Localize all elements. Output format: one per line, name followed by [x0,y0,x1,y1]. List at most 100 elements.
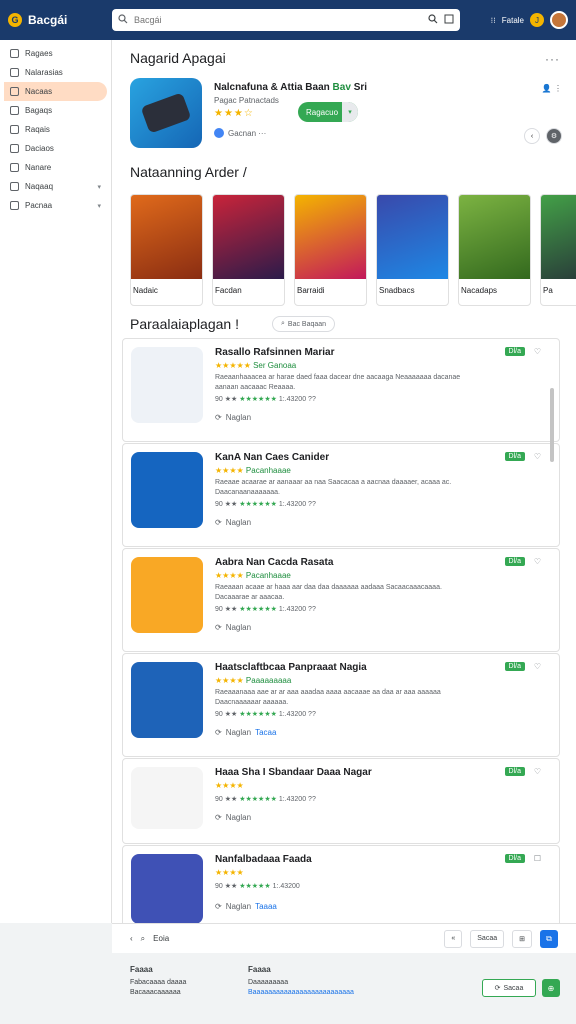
meta-text: Pacanhaaae [245,571,291,580]
list-item[interactable]: Nanfalbadaaa Faada ★★★★ 90 ★★ ★★★★★ 1:.4… [122,845,560,931]
app-icon [131,854,203,924]
list-item[interactable]: Haaa Sha I Sbandaar Daaa Nagar ★★★★ 90 ★… [122,758,560,844]
sidebar-item-4[interactable]: Bagaqs [4,101,107,120]
carousel-card[interactable]: Facdan [212,194,285,306]
apps-icon[interactable]: ⁝⁝ [491,16,496,25]
layout-icon[interactable]: ⊞ [512,929,532,948]
profile-icon[interactable]: 👤 ⋮ [542,84,562,93]
app-icon [131,557,203,633]
sidebar-item-8[interactable]: Naqaaq ▾ [4,177,107,196]
footer-link[interactable]: Bacaaacaaaaaa [130,988,186,998]
bottom-toolbar: ‹ ⌕ Eoia « Sacaa ⊞ ⧉ [112,923,576,953]
developer[interactable]: Gacnan ··· [214,128,266,138]
carousel-card[interactable]: Barraidi [294,194,367,306]
add-icon[interactable]: ⊕ [542,979,560,997]
window-icon[interactable]: ⧉ [540,929,558,948]
item-description: Raeaaanaaa aae ar ar aaa aaadaa aaaa aac… [215,689,441,706]
avatar[interactable] [550,11,568,29]
status-badge: Dl/a [504,452,525,461]
list-item[interactable]: Rasallo Rafsinnen Mariar ★★★★★ Ser Ganoa… [122,338,560,442]
item-description: Raeaanhaaacea ar harae daed faaa dacear … [215,374,461,391]
scrollbar[interactable] [550,388,554,462]
top-label[interactable]: Fatale [502,16,524,25]
sidebar-item-label: Daciaos [25,144,54,153]
carousel-card[interactable]: Pa [540,194,576,306]
heart-icon[interactable]: ♡ [534,557,541,566]
sidebar-item-3[interactable]: Nacaas [4,82,107,101]
toolbar-button-sacaa[interactable]: Sacaa [470,929,505,948]
footer-link[interactable]: Daaaaaaaaa [248,978,354,988]
footer-heading: Faaaa [248,965,271,974]
app-icon [131,347,203,423]
rating-value: 1:.43200 [278,711,309,718]
toolbar-button-back[interactable]: « [444,929,463,948]
sidebar-item-2[interactable]: Nalarasias [4,63,107,82]
list-item[interactable]: Haatsclaftbcaa Panpraaat Nagia ★★★★ Paaa… [122,653,560,757]
refresh-icon: ⟳ [215,813,222,822]
book-icon [10,106,19,115]
rating-prefix: 90 ★★ [215,501,240,508]
rating-stars: ★★★★★★ [239,396,277,403]
heart-icon[interactable]: ♡ [534,347,541,356]
back-icon[interactable]: ‹ [130,934,133,943]
developer-name: Gacnan ··· [228,128,267,138]
footer-link[interactable]: Tacaa [255,728,276,737]
featured-app[interactable]: Nalcnafuna & Attia Baan Bav Sri Pagac Pa… [130,78,562,148]
toolbar-search-label[interactable]: Eoia [153,934,169,943]
rating-stars: ★★★★★ [239,883,271,890]
carousel-card[interactable]: Nadaic [130,194,203,306]
footer-label: Naglan [225,623,252,632]
chevron-down-icon: ▾ [97,183,101,191]
sidebar-item-7[interactable]: Nanare [4,158,107,177]
heart-icon[interactable]: ♡ [534,662,541,671]
list-item[interactable]: KanA Nan Caes Canider ★★★★ Pacanhaaae Ra… [122,443,560,547]
status-badge: Dl/a [504,662,525,671]
footer-action-button[interactable]: ⟳ Sacaa [482,979,536,997]
search-submit-icon[interactable] [428,13,438,27]
search-icon[interactable]: ⌕ [141,934,145,944]
heart-icon [10,68,19,77]
item-rating: 90 ★★ ★★★★★★ 1:.43200 ?? [215,605,316,613]
item-footer: ⟳ Naglan [215,623,255,632]
more-menu-icon[interactable]: ··· [545,52,560,66]
refresh-icon: ⟳ [215,413,222,422]
doc-icon [10,144,19,153]
settings-icon [10,201,19,210]
sidebar-item-6[interactable]: Daciaos [4,139,107,158]
rating-prefix: 90 ★★ [215,883,240,890]
chart-icon [10,182,19,191]
install-button[interactable]: Ragacuo ▾ [298,102,358,122]
sidebar-item-9[interactable]: Pacnaa ▾ [4,196,107,215]
sidebar-item-1[interactable]: Ragaes [4,44,107,63]
footer-link[interactable]: Baaaaaaaaaaaaaaaaaaaaaaaaaa [248,988,354,998]
grid-icon[interactable] [444,14,454,27]
footer-column-1: Faaaa Fabacaaaa daaaa Bacaaacaaaaaa [130,965,186,998]
search-input[interactable] [134,15,422,25]
footer-link[interactable]: Taaaa [255,902,277,911]
settings-icon[interactable]: ⚙ [546,128,562,144]
sidebar-item-label: Nanare [25,163,52,172]
sidebar-item-5[interactable]: Raqais [4,120,107,139]
carousel-card[interactable]: Nacadaps [458,194,531,306]
carousel-card[interactable]: Snadbacs [376,194,449,306]
rating-prefix: 90 ★★ [215,796,240,803]
card-label: Barraidi [297,286,325,295]
heart-icon[interactable]: ♡ [534,767,541,776]
chip-label: Bac Baqaan [287,320,327,328]
notification-badge[interactable]: J [530,13,544,27]
app-list: Rasallo Rafsinnen Mariar ★★★★★ Ser Ganoa… [122,338,560,932]
heart-icon[interactable]: ♡ [534,452,541,461]
app-logo[interactable]: G Bacgái [8,13,112,27]
footer-label: Naglan [225,813,252,822]
card-art [295,195,366,279]
item-rating: 90 ★★ ★★★★★★ 1:.43200 ?? [215,710,316,718]
list-item[interactable]: Aabra Nan Cacda Rasata ★★★★ Pacanhaaae R… [122,548,560,652]
chevron-down-icon[interactable]: ▾ [342,102,358,122]
filter-chip[interactable]: ⌕ Bac Baqaan [272,316,336,332]
item-title: KanA Nan Caes Canider [215,452,330,463]
search-bar[interactable] [112,9,460,31]
footer-link[interactable]: Fabacaaaa daaaa [130,978,186,988]
checkbox-icon[interactable]: ☐ [534,854,541,863]
share-icon[interactable]: ‹ [524,128,540,144]
rating-stars: ★★★★★★ [239,606,277,613]
